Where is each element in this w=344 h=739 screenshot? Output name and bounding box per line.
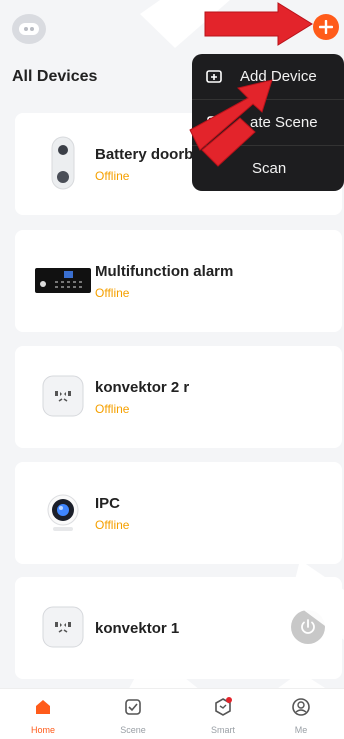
menu-item-add-device[interactable]: Add Device — [192, 54, 344, 99]
power-icon — [301, 619, 315, 634]
smart-icon — [215, 697, 232, 716]
device-name: konvektor 2 r — [95, 379, 190, 396]
home-icon — [36, 700, 50, 714]
profile-icon — [292, 698, 310, 716]
smart-plug-icon — [35, 599, 91, 655]
home-switch-icon[interactable] — [12, 14, 46, 44]
tab-label: Me — [294, 725, 308, 735]
add-menu: Add Device ate Scene Scan — [192, 54, 344, 191]
doorbell-icon — [35, 135, 91, 191]
device-card[interactable]: konvektor 2 r Offline — [15, 346, 342, 448]
device-card[interactable]: IPC Offline — [15, 462, 342, 564]
device-name: konvektor 1 — [95, 620, 180, 637]
tab-smart[interactable]: Smart — [180, 689, 266, 739]
device-status: Offline — [95, 286, 130, 300]
add-button[interactable] — [313, 14, 339, 40]
menu-item-create-scene[interactable]: ate Scene — [192, 100, 344, 145]
scan-icon — [204, 159, 224, 179]
alarm-panel-icon — [35, 252, 91, 308]
power-button[interactable] — [291, 610, 325, 644]
device-name: Multifunction alarm — [95, 263, 234, 280]
camera-icon — [35, 484, 91, 540]
top-bar — [0, 0, 344, 52]
add-device-icon — [204, 67, 224, 87]
device-card[interactable]: Multifunction alarm Offline — [15, 230, 342, 332]
tab-home[interactable]: Home — [0, 689, 86, 739]
tab-label: Home — [30, 725, 55, 735]
tab-label: Smart — [210, 725, 235, 735]
device-status: Offline — [95, 169, 130, 183]
tab-me[interactable]: Me — [258, 689, 344, 739]
tab-scene[interactable]: Scene — [90, 689, 176, 739]
scene-icon — [204, 113, 224, 133]
bottom-tab-bar: Home Scene Smart Me — [0, 688, 344, 739]
menu-item-label: Scan — [252, 160, 287, 177]
smart-plug-icon — [35, 368, 91, 424]
device-name: Battery doorb — [95, 146, 194, 163]
device-status: Offline — [95, 402, 130, 416]
device-name: IPC — [95, 495, 121, 512]
section-title: All Devices — [12, 68, 98, 85]
menu-item-label: Add Device — [240, 68, 317, 85]
menu-item-label: ate Scene — [250, 114, 318, 131]
menu-item-scan[interactable]: Scan — [192, 146, 344, 191]
scene-check-icon — [125, 699, 141, 715]
device-status: Offline — [95, 518, 130, 532]
tab-label: Scene — [120, 725, 146, 735]
plus-circle-icon — [319, 20, 333, 34]
